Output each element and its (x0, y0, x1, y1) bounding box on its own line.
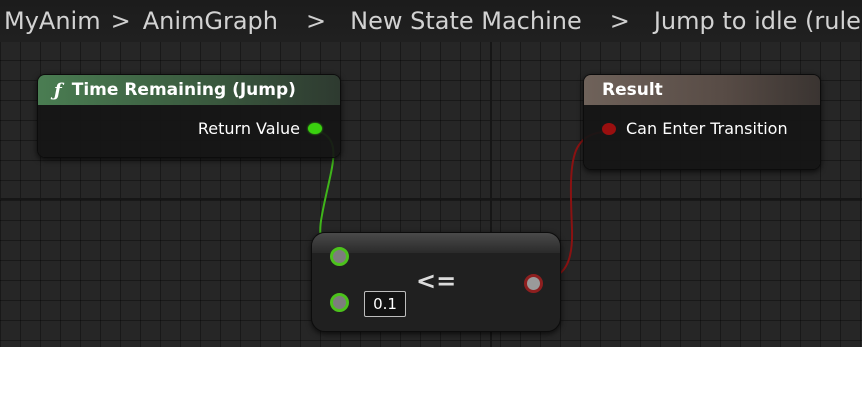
breadcrumb-item-myanim[interactable]: MyAnim (4, 7, 101, 35)
less-equal-node[interactable]: 0.1 <= (311, 232, 561, 332)
breadcrumb-separator: > (609, 7, 630, 35)
node-body: Return Value (38, 105, 340, 157)
function-icon: ƒ (54, 79, 62, 101)
breadcrumb-item-transition-rule[interactable]: Jump to idle (rule) (654, 7, 862, 35)
can-enter-transition-label: Can Enter Transition (626, 119, 788, 138)
breadcrumb-separator: > (306, 7, 327, 35)
return-value-label: Return Value (197, 119, 300, 138)
input-a-pin[interactable] (330, 247, 349, 266)
can-enter-transition-row: Can Enter Transition (602, 119, 788, 138)
output-pin[interactable] (524, 274, 543, 293)
return-value-row: Return Value (198, 119, 322, 138)
node-body: Can Enter Transition (584, 105, 820, 169)
input-b-pin[interactable] (330, 293, 349, 312)
time-remaining-node[interactable]: ƒ Time Remaining (Jump) Return Value (37, 74, 341, 158)
blueprint-editor: MyAnim > AnimGraph > New State Machine >… (0, 0, 862, 408)
breadcrumb-item-animgraph[interactable]: AnimGraph (143, 7, 278, 35)
input-b-value-field[interactable]: 0.1 (364, 291, 406, 317)
return-value-pin[interactable] (308, 123, 322, 134)
node-title: Time Remaining (Jump) (71, 80, 296, 100)
node-header[interactable]: ƒ Time Remaining (Jump) (38, 75, 340, 105)
breadcrumb: MyAnim > AnimGraph > New State Machine >… (0, 0, 862, 42)
operator-label: <= (416, 267, 457, 295)
breadcrumb-separator: > (110, 7, 131, 35)
can-enter-transition-pin[interactable] (602, 122, 616, 135)
node-title: Result (602, 80, 663, 100)
node-header[interactable] (312, 233, 560, 253)
breadcrumb-item-state-machine[interactable]: New State Machine (350, 7, 582, 35)
node-header[interactable]: Result (584, 75, 820, 105)
graph-canvas[interactable]: MyAnim > AnimGraph > New State Machine >… (0, 0, 862, 347)
result-node[interactable]: Result Can Enter Transition (583, 74, 821, 170)
